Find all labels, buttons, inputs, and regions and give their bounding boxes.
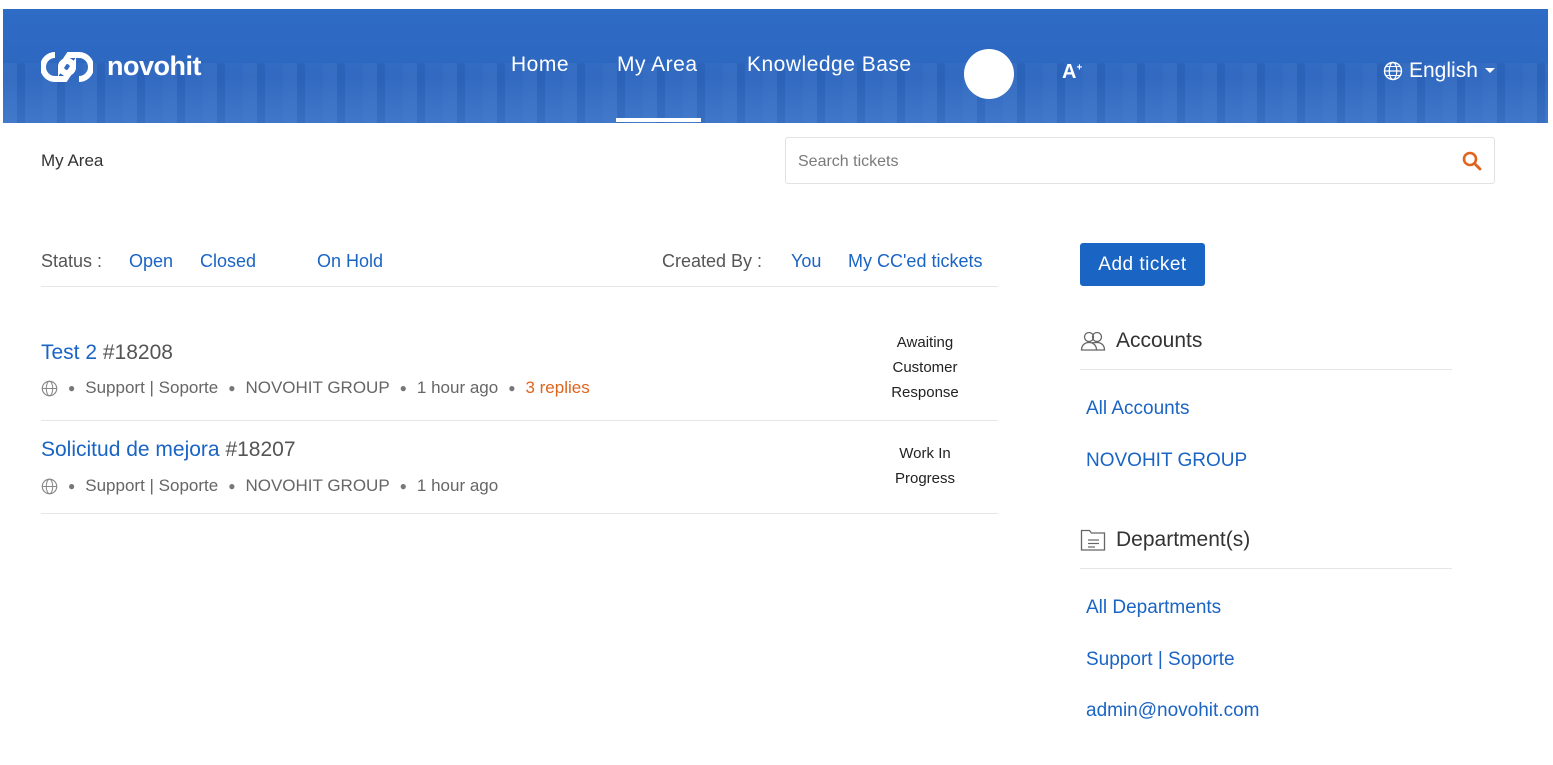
active-tab-indicator [616, 118, 701, 122]
users-icon [1080, 331, 1106, 351]
ticket-department: Support | Soporte [85, 378, 219, 397]
ticket-title: Test 2 #18208 [41, 341, 173, 365]
status-filter-label: Status : [41, 251, 103, 271]
ticket-meta: ● Support | Soporte ● NOVOHIT GROUP ● 1 … [41, 476, 498, 496]
accounts-header: Accounts [1080, 329, 1452, 370]
ticket-account: NOVOHIT GROUP [245, 378, 390, 397]
search-input[interactable] [786, 138, 1440, 185]
separator-dot: ● [399, 479, 407, 493]
separator-dot: ● [228, 381, 236, 395]
ticket-title: Solicitud de mejora #18207 [41, 438, 296, 462]
status-line: Awaiting [896, 334, 954, 351]
breadcrumb: My Area [41, 151, 104, 170]
departments-title: Department(s) [1116, 528, 1251, 551]
status-line: Progress [894, 470, 956, 487]
accounts-title: Accounts [1116, 329, 1203, 352]
ticket-replies-link[interactable]: 3 replies [525, 378, 589, 398]
department-support-link[interactable]: Support | Soporte [1086, 649, 1235, 671]
ticket-status: Work In Progress [870, 441, 980, 491]
filter-on-hold[interactable]: On Hold [317, 251, 383, 272]
all-departments-link[interactable]: All Departments [1086, 597, 1221, 619]
all-accounts-link[interactable]: All Accounts [1086, 398, 1190, 420]
separator-dot: ● [228, 479, 236, 493]
user-avatar[interactable] [964, 49, 1014, 99]
separator-dot: ● [508, 381, 516, 395]
ticket-status: Awaiting Customer Response [870, 330, 980, 405]
brand-name: novohit [107, 51, 201, 81]
top-header: novohit Home My Area Knowledge Base A+ E… [3, 9, 1548, 123]
ticket-number: #18208 [102, 341, 173, 364]
ticket-subject-link[interactable]: Test 2 [41, 341, 97, 364]
status-line: Customer [892, 359, 958, 376]
search-icon[interactable] [1462, 151, 1482, 171]
search-box [785, 137, 1495, 185]
globe-icon [1383, 61, 1403, 81]
font-size-label: A [1062, 61, 1077, 83]
ticket-department: Support | Soporte [85, 476, 219, 495]
ticket-meta: ● Support | Soporte ● NOVOHIT GROUP ● 1 … [41, 378, 590, 398]
filter-open[interactable]: Open [129, 251, 173, 272]
plus-icon: + [1076, 62, 1083, 74]
novohit-logo-icon [41, 51, 93, 82]
department-admin-email-link[interactable]: admin@novohit.com [1086, 700, 1259, 722]
ticket-subject-link[interactable]: Solicitud de mejora [41, 438, 220, 461]
ticket-time: 1 hour ago [416, 476, 499, 495]
filter-closed[interactable]: Closed [200, 251, 256, 272]
filter-created-by-you[interactable]: You [791, 251, 821, 272]
ticket-row[interactable]: Solicitud de mejora #18207 ● Support | S… [41, 421, 998, 514]
ticket-filters: Status : Open Closed On Hold Created By … [41, 248, 998, 287]
separator-dot: ● [68, 479, 76, 493]
add-ticket-button[interactable]: Add ticket [1080, 243, 1205, 286]
font-size-toggle[interactable]: A+ [1062, 61, 1082, 84]
status-line: Work In [899, 445, 951, 462]
ticket-account: NOVOHIT GROUP [245, 476, 390, 495]
globe-icon [41, 478, 58, 494]
created-by-label: Created By : [662, 251, 763, 271]
language-selector[interactable]: English [1383, 59, 1496, 83]
brand-logo[interactable]: novohit [41, 51, 201, 82]
caret-down-icon [1484, 68, 1495, 73]
ticket-number: #18207 [225, 438, 296, 461]
globe-icon [41, 380, 58, 396]
language-label: English [1409, 59, 1478, 82]
nav-my-area[interactable]: My Area [617, 51, 698, 87]
ticket-time: 1 hour ago [416, 378, 499, 397]
filter-cc-tickets[interactable]: My CC'ed tickets [848, 251, 982, 272]
nav-knowledge-base[interactable]: Knowledge Base [747, 51, 912, 87]
status-line: Response [891, 384, 959, 401]
separator-dot: ● [68, 381, 76, 395]
department-folder-icon [1080, 529, 1106, 551]
ticket-row[interactable]: Test 2 #18208 ● Support | Soporte ● NOVO… [41, 321, 998, 421]
nav-home[interactable]: Home [511, 51, 569, 87]
separator-dot: ● [399, 381, 407, 395]
departments-header: Department(s) [1080, 528, 1452, 569]
account-novohit-group-link[interactable]: NOVOHIT GROUP [1086, 450, 1247, 472]
